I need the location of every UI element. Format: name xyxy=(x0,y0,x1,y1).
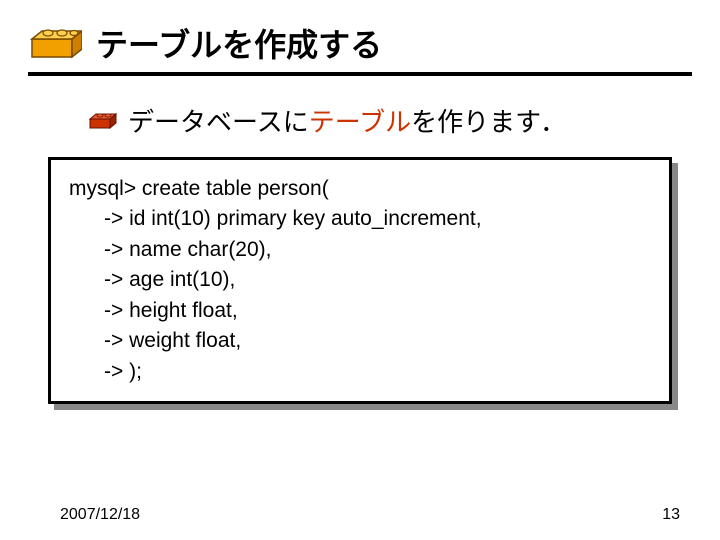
subtitle-text: データベースにテーブルを作ります． xyxy=(128,102,566,139)
subtitle-row: データベースにテーブルを作ります． xyxy=(88,102,692,139)
lego-brick-small-icon xyxy=(88,111,118,131)
code-line: -> id int(10) primary key auto_increment… xyxy=(69,207,482,230)
footer: 2007/12/18 13 xyxy=(0,506,720,524)
code-line: -> height float, xyxy=(69,299,238,322)
code-line: -> name char(20), xyxy=(69,238,272,261)
code-block: mysql> create table person( -> id int(10… xyxy=(48,157,672,404)
footer-date: 2007/12/18 xyxy=(60,506,140,524)
code-line: -> ); xyxy=(69,360,142,383)
slide-title: テーブルを作成する xyxy=(96,20,382,66)
code-line: mysql> create table person( xyxy=(69,177,329,200)
footer-page-number: 13 xyxy=(662,506,680,524)
code-line: -> age int(10), xyxy=(69,268,235,291)
horizontal-rule xyxy=(28,72,692,76)
code-line: -> weight float, xyxy=(69,329,241,352)
subtitle-part1: データベースに xyxy=(128,107,309,137)
title-row: テーブルを作成する xyxy=(28,20,692,66)
subtitle-highlight: テーブル xyxy=(309,107,411,137)
subtitle-part2: を作ります． xyxy=(411,107,566,137)
code-block-wrap: mysql> create table person( -> id int(10… xyxy=(48,157,672,404)
lego-brick-icon xyxy=(28,25,82,61)
